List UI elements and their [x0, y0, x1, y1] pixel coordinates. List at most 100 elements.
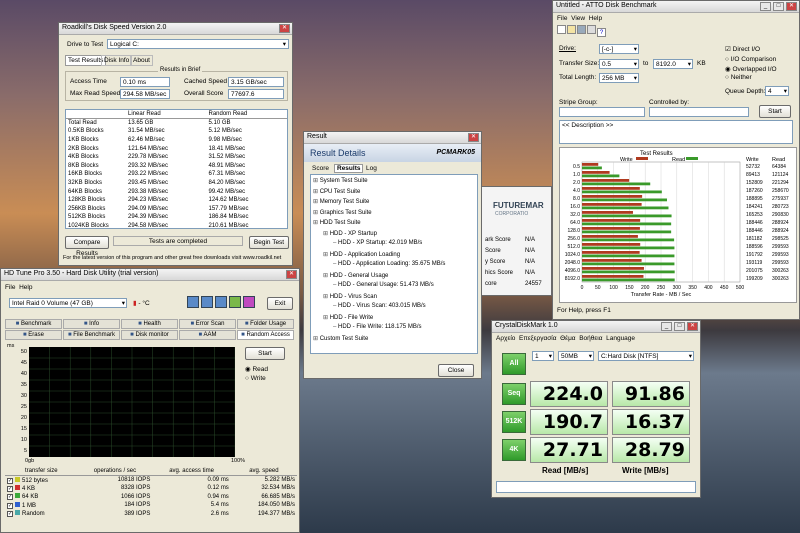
drive-select[interactable]: C:Hard Disk [NTFS] ▾	[598, 351, 694, 361]
row-checkbox[interactable]: ✓	[7, 494, 13, 501]
results-tree[interactable]: ⊞ System Test Suite ⊞ CPU Test Suite ⊞ Mem…	[310, 174, 478, 354]
tree-item[interactable]: – HDD - XP Startup: 42.019 MB/s	[313, 240, 475, 251]
save-icon[interactable]	[577, 25, 586, 34]
minimize-icon[interactable]: _	[661, 322, 672, 331]
neither-radio[interactable]: ○ Neither	[725, 74, 752, 81]
download-icon[interactable]	[242, 296, 255, 308]
tree-item[interactable]: ⊞ CPU Test Suite	[313, 188, 475, 199]
menu-theme[interactable]: Θέμα	[560, 335, 575, 342]
drive-select[interactable]: [-c-] ▾	[599, 44, 639, 54]
tab-error-scan[interactable]: ■ Error Scan	[179, 319, 236, 329]
menu-help[interactable]: Help	[19, 284, 32, 291]
menu-edit[interactable]: Επεξεργασία	[519, 335, 556, 342]
menu-help[interactable]: Help	[589, 15, 602, 22]
tab-folder-usage[interactable]: ■ Folder Usage	[237, 319, 294, 329]
tree-item[interactable]: ⊞ HDD - Virus Scan	[313, 293, 475, 304]
tree-item[interactable]: ⊞ HDD - File Write	[313, 314, 475, 325]
begin-test-button[interactable]: Begin Test	[249, 236, 289, 249]
title-bar[interactable]: CrystalDiskMark 1.0 _ □ ✕	[492, 321, 700, 333]
menu-language[interactable]: Language	[606, 335, 635, 342]
expand-icon[interactable]: ⊞	[313, 336, 320, 342]
transfer-size-from[interactable]: 0.5 ▾	[599, 59, 639, 69]
expand-icon[interactable]: ⊞	[323, 315, 330, 321]
print-icon[interactable]	[587, 25, 596, 34]
size-select[interactable]: 50MB ▾	[558, 351, 594, 361]
overlapped-io-radio[interactable]: ◉ Overlapped I/O	[725, 65, 777, 73]
tab-aam[interactable]: ■ AAM	[179, 330, 236, 340]
open-icon[interactable]	[567, 25, 576, 34]
close-icon[interactable]: ✕	[786, 2, 797, 11]
512k-button[interactable]: 512K	[502, 411, 526, 433]
menu-file[interactable]: File	[5, 284, 15, 291]
tab-disk-monitor[interactable]: ■ Disk monitor	[121, 330, 178, 340]
screenshot-icon[interactable]	[214, 296, 227, 308]
drive-select[interactable]: Intel Raid 0 Volume (47 GB) ▾	[9, 298, 127, 308]
new-icon[interactable]	[557, 25, 566, 34]
close-icon[interactable]: ✕	[279, 24, 290, 33]
drive-select[interactable]: Logical C: ▾	[107, 39, 289, 49]
tree-item[interactable]: – HDD - General Usage: 51.473 MB/s	[313, 282, 475, 293]
tab-log[interactable]: Log	[366, 165, 377, 172]
tab-health[interactable]: ■ Health	[121, 319, 178, 329]
exit-button[interactable]: Exit	[267, 297, 293, 310]
tab-about[interactable]: About	[130, 55, 153, 66]
start-button[interactable]: Start	[245, 347, 285, 360]
tree-item[interactable]: ⊞ Graphics Test Suite	[313, 209, 475, 220]
tree-item[interactable]: ⊞ HDD Test Suite	[313, 219, 475, 230]
tree-item[interactable]: – HDD - Application Loading: 35.675 MB/s	[313, 261, 475, 272]
controlled-by-select[interactable]	[649, 107, 749, 117]
total-length-select[interactable]: 256 MB ▾	[599, 73, 639, 83]
write-radio[interactable]: ○ Write	[245, 375, 266, 382]
expand-icon[interactable]: ⊞	[313, 178, 320, 184]
transfer-size-to[interactable]: 8192.0 ▾	[653, 59, 693, 69]
close-icon[interactable]: ✕	[687, 322, 698, 331]
tab-erase[interactable]: ■ Erase	[5, 330, 62, 340]
tab-benchmark[interactable]: ■ Benchmark	[5, 319, 62, 329]
tree-item[interactable]: ⊞ HDD - XP Startup	[313, 230, 475, 241]
options-icon[interactable]	[228, 296, 241, 308]
tree-item[interactable]: ⊞ HDD - Application Loading	[313, 251, 475, 262]
io-comparison-radio[interactable]: ○ I/O Comparison	[725, 56, 776, 63]
tree-item[interactable]: ⊞ System Test Suite	[313, 177, 475, 188]
menu-file[interactable]: Αρχείο	[496, 335, 515, 342]
tree-item[interactable]: ⊞ Memory Test Suite	[313, 198, 475, 209]
tree-item[interactable]: – HDD - File Write: 118.175 MB/s	[313, 324, 475, 335]
title-bar[interactable]: Roadkill's Disk Speed Version 2.0 ✕	[59, 23, 292, 35]
tab-info[interactable]: ■ Info	[63, 319, 120, 329]
tab-score[interactable]: Score	[312, 165, 329, 172]
description-box[interactable]: << Description >>	[559, 120, 793, 144]
close-icon[interactable]: ✕	[286, 270, 297, 279]
tab-file-benchmark[interactable]: ■ File Benchmark	[63, 330, 120, 340]
comment-field[interactable]	[496, 481, 696, 493]
expand-icon[interactable]: ⊞	[313, 220, 320, 226]
minimize-icon[interactable]: _	[760, 2, 771, 11]
tab-random-access[interactable]: ■ Random Access	[237, 330, 294, 340]
count-select[interactable]: 1 ▾	[532, 351, 554, 361]
all-button[interactable]: All	[502, 353, 526, 375]
expand-icon[interactable]: ⊞	[323, 273, 330, 279]
tab-results[interactable]: Results	[334, 164, 364, 173]
row-checkbox[interactable]: ✓	[7, 511, 13, 518]
row-checkbox[interactable]: ✓	[7, 485, 13, 492]
title-bar[interactable]: Result ✕	[304, 132, 481, 144]
row-checkbox[interactable]: ✓	[7, 477, 13, 484]
start-button[interactable]: Start	[759, 105, 791, 118]
close-button[interactable]: Close	[438, 364, 474, 377]
expand-icon[interactable]: ⊞	[313, 199, 320, 205]
maximize-icon[interactable]: □	[773, 2, 784, 11]
expand-icon[interactable]: ⊞	[323, 231, 330, 237]
4k-button[interactable]: 4K	[502, 439, 526, 461]
close-icon[interactable]: ✕	[468, 133, 479, 142]
compare-results-button[interactable]: Compare Results	[65, 236, 109, 257]
menu-help[interactable]: Βοήθεια	[579, 335, 602, 342]
stripe-group-select[interactable]	[559, 107, 645, 117]
copy-icon[interactable]	[187, 296, 199, 308]
tab-disk-info[interactable]: Disk Info	[101, 55, 133, 66]
tree-item[interactable]: – HDD - Virus Scan: 403.015 MB/s	[313, 303, 475, 314]
expand-icon[interactable]: ⊞	[323, 294, 330, 300]
read-radio[interactable]: ◉ Read	[245, 365, 268, 373]
title-bar[interactable]: HD Tune Pro 3.50 - Hard Disk Utility (tr…	[1, 269, 299, 281]
maximize-icon[interactable]: □	[674, 322, 685, 331]
menu-view[interactable]: View	[571, 15, 585, 22]
tree-item[interactable]: ⊞ Custom Test Suite	[313, 335, 475, 346]
